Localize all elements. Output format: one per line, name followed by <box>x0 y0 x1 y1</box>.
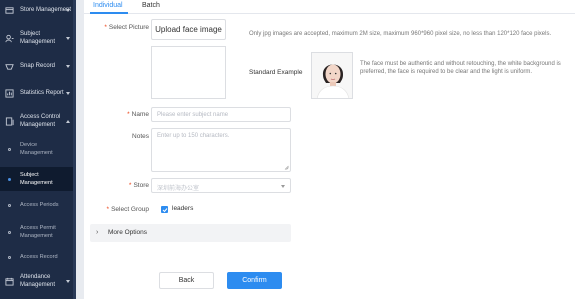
chevron-down-icon <box>66 280 70 283</box>
sidebar-item-store-management[interactable]: Store Management <box>0 3 76 17</box>
confirm-button[interactable]: Confirm <box>227 272 282 289</box>
bullet-icon <box>8 177 11 181</box>
tab-bar: Individual Batch <box>84 0 575 14</box>
standard-example-photo <box>311 52 353 99</box>
more-options-label: More Options <box>108 229 148 236</box>
upload-hint: Only jpg images are accepted, maximum 2M… <box>249 31 552 37</box>
back-button[interactable]: Back <box>159 272 214 289</box>
chevron-down-icon <box>66 92 70 95</box>
required-mark: * <box>104 24 107 31</box>
access-control-icon <box>4 116 14 126</box>
store-icon <box>4 5 14 15</box>
name-label-text: Name <box>131 111 149 118</box>
content-gutter <box>76 0 84 299</box>
sidebar-subitem-subject-management[interactable]: Subject Management <box>0 167 73 191</box>
standard-example-label: Standard Example <box>249 69 303 76</box>
store-select[interactable]: 深圳前海办公室 <box>151 178 291 193</box>
leaders-checkbox-label[interactable]: leaders <box>172 205 193 212</box>
checkmark-icon <box>162 207 167 212</box>
chevron-up-icon <box>66 120 70 123</box>
standard-example-description: The face must be authentic and without r… <box>360 61 561 75</box>
name-label: * Name <box>94 111 149 118</box>
required-mark: * <box>106 206 110 213</box>
face-image-preview <box>151 46 226 99</box>
notes-label: Notes <box>132 133 149 140</box>
select-group-label: * Select Group <box>94 206 149 213</box>
bullet-icon <box>8 203 11 207</box>
upload-face-image-button[interactable]: Upload face image <box>151 19 226 40</box>
sidebar-item-access-control[interactable]: Access Control Management <box>0 111 76 131</box>
portrait-image <box>312 53 352 98</box>
more-options-toggle[interactable]: › More Options <box>90 224 291 242</box>
main-panel: Individual Batch * Select Picture Upload … <box>84 0 575 299</box>
sidebar-subitem-device-management[interactable]: Device Management <box>0 138 73 160</box>
calendar-icon <box>4 276 14 286</box>
sidebar-subitem-access-permit[interactable]: Access Permit Management <box>0 222 73 242</box>
bullet-icon <box>8 255 11 259</box>
chevron-down-icon <box>66 37 70 40</box>
sidebar-item-attendance[interactable]: Attendance Management <box>0 271 76 291</box>
sidebar-subitem-label: Subject Management <box>20 172 53 186</box>
sidebar-item-statistics-report[interactable]: Statistics Report <box>0 87 76 99</box>
sidebar-subitem-access-record[interactable]: Access Record <box>0 251 73 263</box>
bullet-icon <box>8 147 11 151</box>
chevron-down-icon <box>66 65 70 68</box>
chevron-down-icon <box>281 185 285 188</box>
select-group-text: Select Group <box>111 206 149 213</box>
sidebar-item-snap-record[interactable]: Snap Record <box>0 60 76 72</box>
sidebar-subitem-access-periods[interactable]: Access Periods <box>0 199 73 211</box>
chevron-right-icon: › <box>96 229 99 236</box>
sidebar-subitem-label: Access Periods <box>20 202 59 208</box>
required-mark: * <box>127 111 130 118</box>
snap-icon <box>4 61 14 71</box>
bullet-icon <box>8 230 11 234</box>
notes-textarea[interactable]: Enter up to 150 characters. <box>151 128 291 172</box>
sidebar-item-subject-management[interactable]: Subject Management <box>0 28 76 48</box>
active-tab-indicator <box>90 12 128 14</box>
chevron-down-icon <box>66 9 70 12</box>
notes-placeholder: Enter up to 150 characters. <box>157 133 230 139</box>
required-mark: * <box>128 182 132 189</box>
select-picture-label: * Select Picture <box>94 24 149 31</box>
tab-batch[interactable]: Batch <box>142 2 160 9</box>
sidebar: Store Management Subject Management Snap… <box>0 0 76 299</box>
sidebar-subitem-label: Access Permit Management <box>20 225 56 239</box>
subject-name-input[interactable]: Please enter subject name <box>151 107 291 122</box>
tab-individual[interactable]: Individual <box>93 2 123 9</box>
store-label: * Store <box>94 182 149 189</box>
sidebar-subitem-label: Access Record <box>20 254 58 260</box>
select-picture-text: Select Picture <box>108 24 149 31</box>
sidebar-subitem-label: Device Management <box>20 142 53 156</box>
chart-icon <box>4 88 14 98</box>
store-label-text: Store <box>133 182 149 189</box>
store-select-placeholder: 深圳前海办公室 <box>157 186 200 192</box>
leaders-checkbox[interactable] <box>161 206 168 213</box>
resize-grip-icon[interactable] <box>284 165 289 170</box>
subject-icon <box>4 33 14 43</box>
